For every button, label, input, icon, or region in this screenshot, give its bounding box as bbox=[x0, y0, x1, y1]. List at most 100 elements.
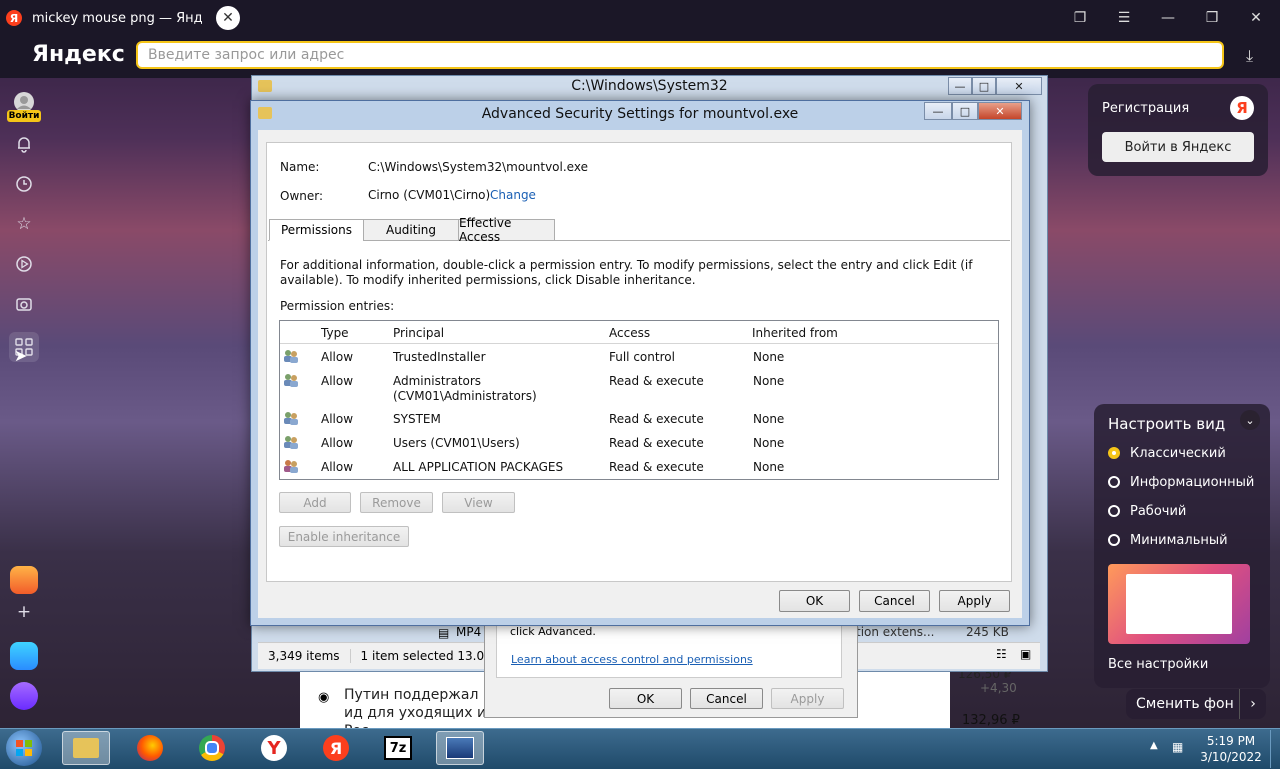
taskbar-chrome[interactable] bbox=[188, 731, 236, 765]
star-icon[interactable]: ☆ bbox=[12, 212, 36, 236]
status-item-count: 3,349 items bbox=[258, 649, 351, 663]
column-header-access[interactable]: Access bbox=[609, 326, 650, 340]
stock-value: 132,96 ₽ bbox=[962, 713, 1020, 728]
radio-icon bbox=[1108, 534, 1120, 546]
row-access: Read & execute bbox=[609, 460, 704, 474]
cancel-button[interactable]: Cancel bbox=[859, 590, 930, 612]
minimize-icon[interactable]: — bbox=[1156, 6, 1180, 30]
restore-icon[interactable]: ❒ bbox=[1200, 6, 1224, 30]
address-input[interactable]: Введите запрос или адрес bbox=[136, 41, 1224, 69]
enable-inheritance-button[interactable]: Enable inheritance bbox=[279, 526, 409, 547]
properties-cancel-button[interactable]: Cancel bbox=[690, 688, 763, 709]
dialog-close-icon[interactable]: ✕ bbox=[978, 102, 1022, 120]
taskbar-clock[interactable]: 5:19 PM 3/10/2022 bbox=[1196, 733, 1266, 765]
view-option-classic[interactable]: Классический bbox=[1108, 443, 1268, 463]
theme-preview-image[interactable] bbox=[1108, 564, 1250, 644]
explorer-maximize-icon[interactable]: □ bbox=[972, 77, 996, 95]
history-icon[interactable] bbox=[12, 172, 36, 196]
tab-permissions[interactable]: Permissions bbox=[269, 219, 364, 241]
column-header-principal[interactable]: Principal bbox=[393, 326, 444, 340]
tab-title: mickey mouse png — Янд bbox=[32, 10, 203, 26]
all-settings-link[interactable]: Все настройки bbox=[1108, 657, 1208, 672]
yandex-icon: Я bbox=[323, 735, 349, 761]
login-badge[interactable]: Войти bbox=[7, 110, 41, 122]
taskbar-firefox[interactable] bbox=[126, 731, 174, 765]
row-principal: Users (CVM01\Users) bbox=[393, 436, 520, 450]
tabs-icon[interactable]: ❐ bbox=[1068, 6, 1092, 30]
browser-tab[interactable]: Я mickey mouse png — Янд bbox=[6, 4, 246, 32]
column-header-type[interactable]: Type bbox=[321, 326, 349, 340]
view-option-work[interactable]: Рабочий bbox=[1108, 501, 1268, 521]
login-yandex-button[interactable]: Войти в Яндекс bbox=[1102, 132, 1254, 162]
apply-button[interactable]: Apply bbox=[939, 590, 1010, 612]
properties-apply-button[interactable]: Apply bbox=[771, 688, 844, 709]
show-desktop-button[interactable] bbox=[1270, 730, 1280, 768]
owner-value: Cirno (CVM01\Cirno) bbox=[368, 188, 491, 202]
chevron-down-icon[interactable]: ⌄ bbox=[1240, 410, 1260, 430]
dialog-maximize-icon[interactable]: □ bbox=[952, 102, 978, 120]
yandex-brand[interactable]: Яндекс bbox=[32, 42, 125, 67]
explorer-close-icon[interactable]: ✕ bbox=[996, 77, 1042, 95]
yandex-favicon-icon: Я bbox=[6, 10, 22, 26]
taskbar-security-app[interactable] bbox=[436, 731, 484, 765]
access-control-link[interactable]: Learn about access control and permissio… bbox=[511, 653, 753, 666]
file-row-name[interactable]: MP4 bbox=[456, 625, 481, 639]
dialog-minimize-icon[interactable]: — bbox=[924, 102, 952, 120]
column-header-inherited[interactable]: Inherited from bbox=[752, 326, 838, 340]
details-view-icon[interactable]: ☷ bbox=[996, 647, 1007, 661]
close-window-icon[interactable]: ✕ bbox=[1244, 6, 1268, 30]
users-icon bbox=[283, 435, 299, 452]
tab-auditing[interactable]: Auditing bbox=[363, 219, 459, 241]
file-row-type: tion extens... bbox=[856, 625, 935, 639]
messenger-app-icon[interactable] bbox=[10, 642, 38, 670]
bell-icon[interactable] bbox=[12, 132, 36, 156]
tray-expand-icon[interactable]: ▲ bbox=[1150, 740, 1158, 751]
taskbar-yandex-browser[interactable]: Y bbox=[250, 731, 298, 765]
view-option-label: Рабочий bbox=[1130, 503, 1187, 519]
firefox-icon bbox=[137, 735, 163, 761]
taskbar-7zip[interactable]: 7z bbox=[374, 731, 422, 765]
row-principal: TrustedInstaller bbox=[393, 350, 486, 364]
row-access: Full control bbox=[609, 350, 675, 364]
view-button[interactable]: View bbox=[442, 492, 515, 513]
mouse-cursor-icon: ➤ bbox=[14, 346, 28, 365]
taskbar-yandex[interactable]: Я bbox=[312, 731, 360, 765]
change-background-label: Сменить фон bbox=[1136, 696, 1234, 712]
info-text: For additional information, double-click… bbox=[280, 258, 973, 287]
radio-icon bbox=[1108, 505, 1120, 517]
row-access: Read & execute bbox=[609, 374, 704, 388]
row-principal: SYSTEM bbox=[393, 412, 441, 426]
start-button[interactable] bbox=[6, 730, 42, 766]
change-owner-link[interactable]: Change bbox=[490, 188, 536, 202]
taskbar-explorer[interactable] bbox=[62, 731, 110, 765]
view-option-informational[interactable]: Информационный bbox=[1108, 472, 1268, 492]
permission-entries-label: Permission entries: bbox=[280, 299, 395, 313]
play-icon[interactable] bbox=[12, 252, 36, 276]
tab-effective-access[interactable]: Effective Access bbox=[458, 216, 555, 244]
add-icon[interactable]: + bbox=[12, 600, 36, 624]
properties-text: click Advanced. bbox=[510, 625, 596, 638]
explorer-minimize-icon[interactable]: — bbox=[948, 77, 972, 95]
menu-icon[interactable]: ☰ bbox=[1112, 6, 1136, 30]
change-background-button[interactable]: Сменить фон › bbox=[1126, 689, 1266, 719]
windows-logo-icon bbox=[16, 740, 32, 756]
camera-icon[interactable] bbox=[12, 292, 36, 316]
download-icon[interactable]: ⤓ bbox=[1246, 46, 1253, 66]
alice-app-icon[interactable] bbox=[10, 682, 38, 710]
add-button[interactable]: Add bbox=[279, 492, 351, 513]
properties-ok-button[interactable]: OK bbox=[609, 688, 682, 709]
row-access: Read & execute bbox=[609, 412, 704, 426]
view-option-label: Классический bbox=[1130, 445, 1226, 461]
mail-app-icon[interactable] bbox=[10, 566, 38, 594]
view-option-label: Минимальный bbox=[1130, 532, 1228, 548]
network-icon[interactable]: ▦ bbox=[1172, 740, 1183, 754]
view-option-minimal[interactable]: Минимальный bbox=[1108, 530, 1268, 550]
chevron-right-icon[interactable]: › bbox=[1239, 689, 1266, 719]
thumbnail-view-icon[interactable]: ▣ bbox=[1020, 647, 1031, 661]
row-principal: ALL APPLICATION PACKAGES bbox=[393, 460, 564, 474]
remove-button[interactable]: Remove bbox=[360, 492, 433, 513]
file-row-size: 245 KB bbox=[966, 625, 1009, 639]
ok-button[interactable]: OK bbox=[779, 590, 850, 612]
tab-close-icon[interactable]: ✕ bbox=[216, 6, 240, 30]
clock-date: 3/10/2022 bbox=[1200, 750, 1262, 764]
